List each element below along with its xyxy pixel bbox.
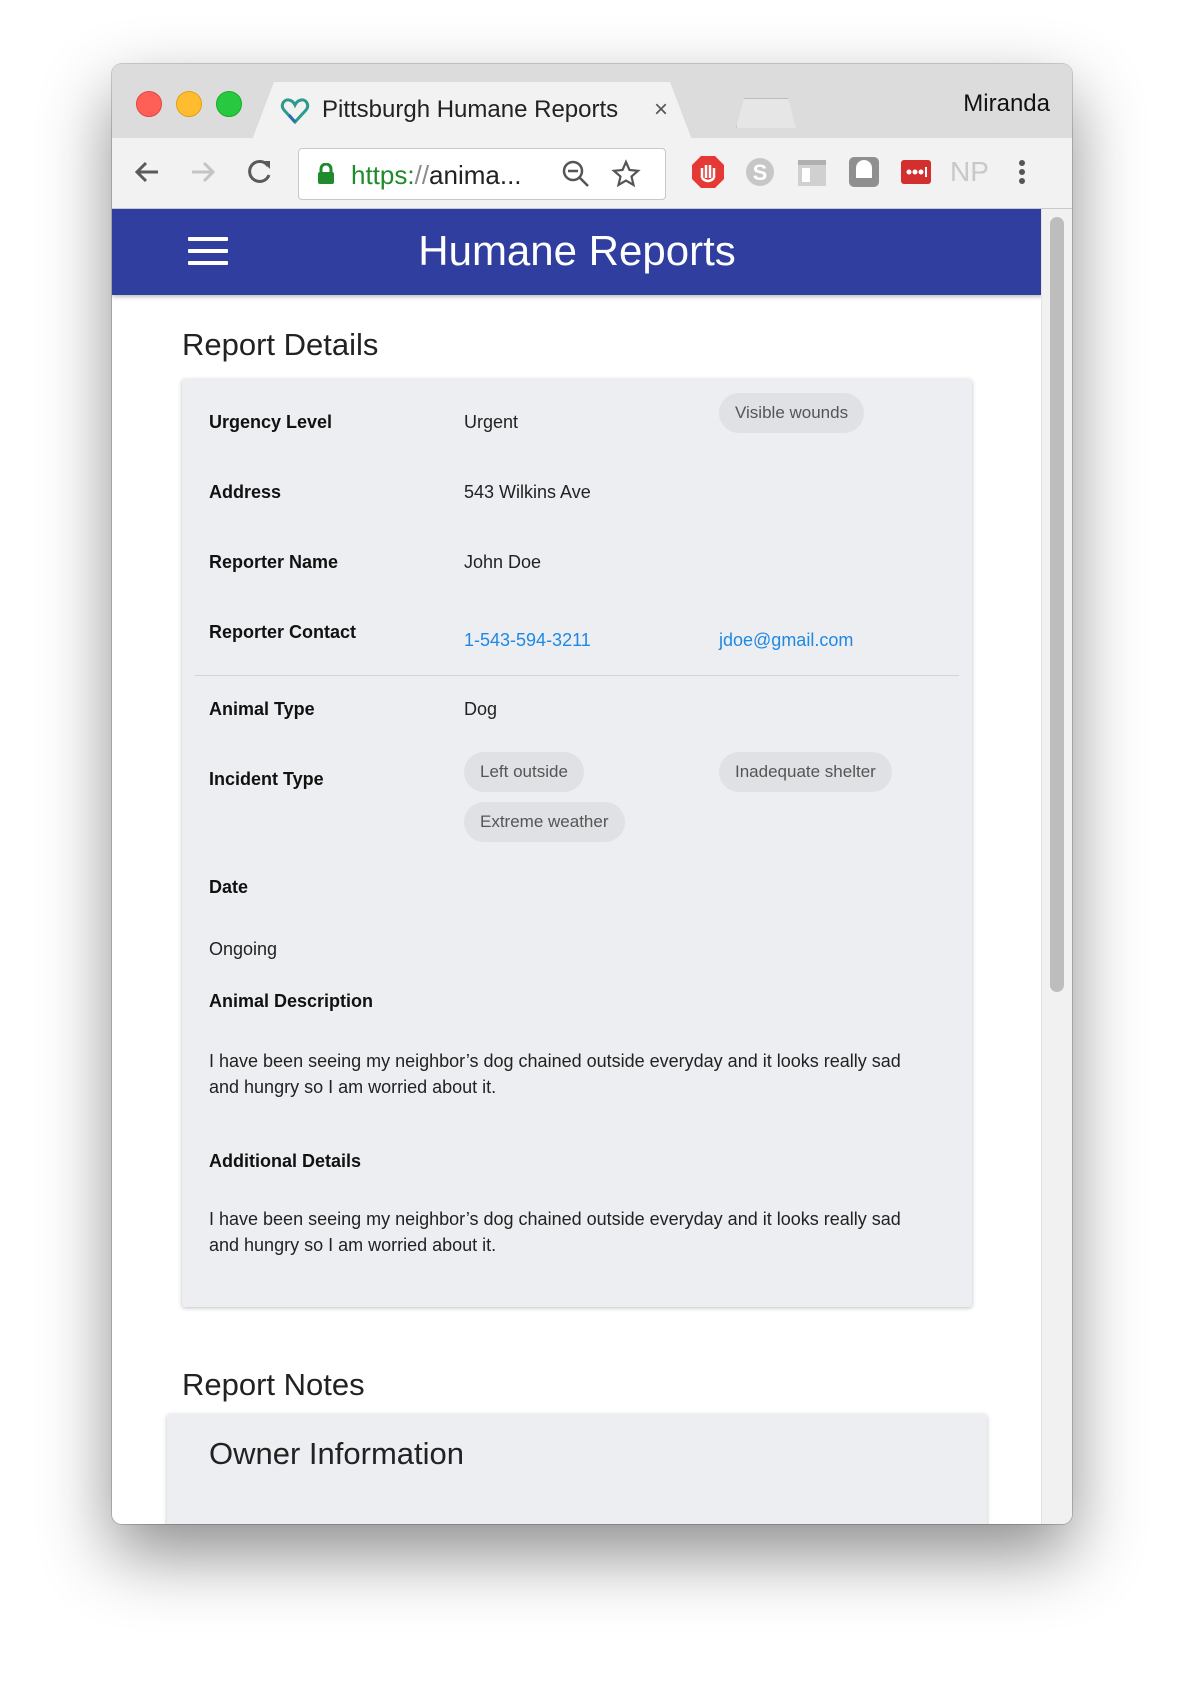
- url-text: https://anima...: [351, 160, 522, 190]
- bookmark-star-icon[interactable]: [611, 159, 641, 189]
- lastpass-icon[interactable]: [898, 154, 934, 190]
- back-arrow-icon[interactable]: [132, 150, 162, 194]
- np-icon[interactable]: NP: [950, 154, 989, 190]
- animal-type-label: Animal Type: [209, 699, 315, 719]
- app-bar: Humane Reports: [112, 209, 1042, 295]
- skype-icon[interactable]: S: [742, 154, 778, 190]
- report-details-heading: Report Details: [182, 327, 379, 362]
- owner-information-title: Owner Information: [209, 1436, 464, 1471]
- reporter-email-link[interactable]: jdoe@gmail.com: [719, 630, 853, 651]
- close-window-button[interactable]: [136, 91, 162, 117]
- scrollbar-track[interactable]: [1041, 209, 1072, 1524]
- animal-description-text: I have been seeing my neighbor’s dog cha…: [209, 1051, 901, 1097]
- urgency-label: Urgency Level: [209, 412, 333, 432]
- zoom-window-button[interactable]: [216, 91, 242, 117]
- animal-description-label: Animal Description: [209, 991, 374, 1011]
- reader-icon[interactable]: [794, 154, 830, 190]
- minimize-window-button[interactable]: [176, 91, 202, 117]
- owner-information-card[interactable]: Owner Information: [167, 1414, 987, 1524]
- address-value: 543 Wilkins Ave: [464, 482, 591, 502]
- date-label: Date: [209, 877, 249, 897]
- tab-title: Pittsburgh Humane Reports: [322, 96, 619, 123]
- app-title: Humane Reports: [418, 227, 736, 274]
- reporter-name-label: Reporter Name: [209, 552, 339, 572]
- profile-name[interactable]: Miranda: [963, 90, 1050, 118]
- incident-chip-left-outside: Left outside: [464, 752, 584, 792]
- section-divider: [195, 675, 959, 676]
- date-value: Ongoing: [209, 939, 278, 959]
- reporter-phone-link[interactable]: 1-543-594-3211: [464, 630, 591, 651]
- urgency-value: Urgent: [464, 412, 519, 432]
- incident-chip-inadequate-shelter: Inadequate shelter: [719, 752, 892, 792]
- forward-arrow-icon[interactable]: [188, 150, 218, 194]
- ghostery-icon[interactable]: [846, 154, 882, 190]
- reload-icon[interactable]: [244, 150, 274, 194]
- new-tab-button[interactable]: [736, 98, 796, 128]
- scrollbar-thumb[interactable]: [1050, 217, 1064, 992]
- menu-dots-icon[interactable]: [1012, 154, 1032, 190]
- adblock-icon[interactable]: [690, 154, 726, 190]
- animal-type-value: Dog: [464, 699, 498, 719]
- address-bar[interactable]: https://anima...: [298, 148, 666, 200]
- incident-chip-extreme-weather: Extreme weather: [464, 802, 625, 842]
- lock-icon: [318, 163, 334, 184]
- close-tab-icon[interactable]: ×: [654, 96, 668, 124]
- report-details-card: Urgency Level Urgent Visible wounds Addr…: [182, 379, 972, 1307]
- reporter-name-value: John Doe: [464, 552, 542, 572]
- zoom-out-icon[interactable]: [561, 159, 591, 189]
- svg-text:S: S: [753, 160, 768, 185]
- additional-details-text: I have been seeing my neighbor’s dog cha…: [209, 1209, 901, 1255]
- browser-toolbar: https://anima... S NP: [112, 138, 1072, 209]
- heart-icon: [280, 98, 310, 125]
- additional-details-label: Additional Details: [209, 1151, 362, 1171]
- reporter-contact-label: Reporter Contact: [209, 622, 357, 642]
- urgency-chip: Visible wounds: [719, 393, 865, 433]
- incident-type-label: Incident Type: [209, 769, 324, 789]
- browser-tab-active[interactable]: Pittsburgh Humane Reports ×: [252, 82, 692, 140]
- report-notes-heading: Report Notes: [182, 1367, 365, 1402]
- address-label: Address: [209, 482, 282, 502]
- title-bar: Pittsburgh Humane Reports × Miranda: [112, 64, 1072, 140]
- page-viewport: Humane Reports Report Details Urgency Le…: [112, 209, 1072, 1524]
- browser-window: Pittsburgh Humane Reports × Miranda http…: [112, 64, 1072, 1524]
